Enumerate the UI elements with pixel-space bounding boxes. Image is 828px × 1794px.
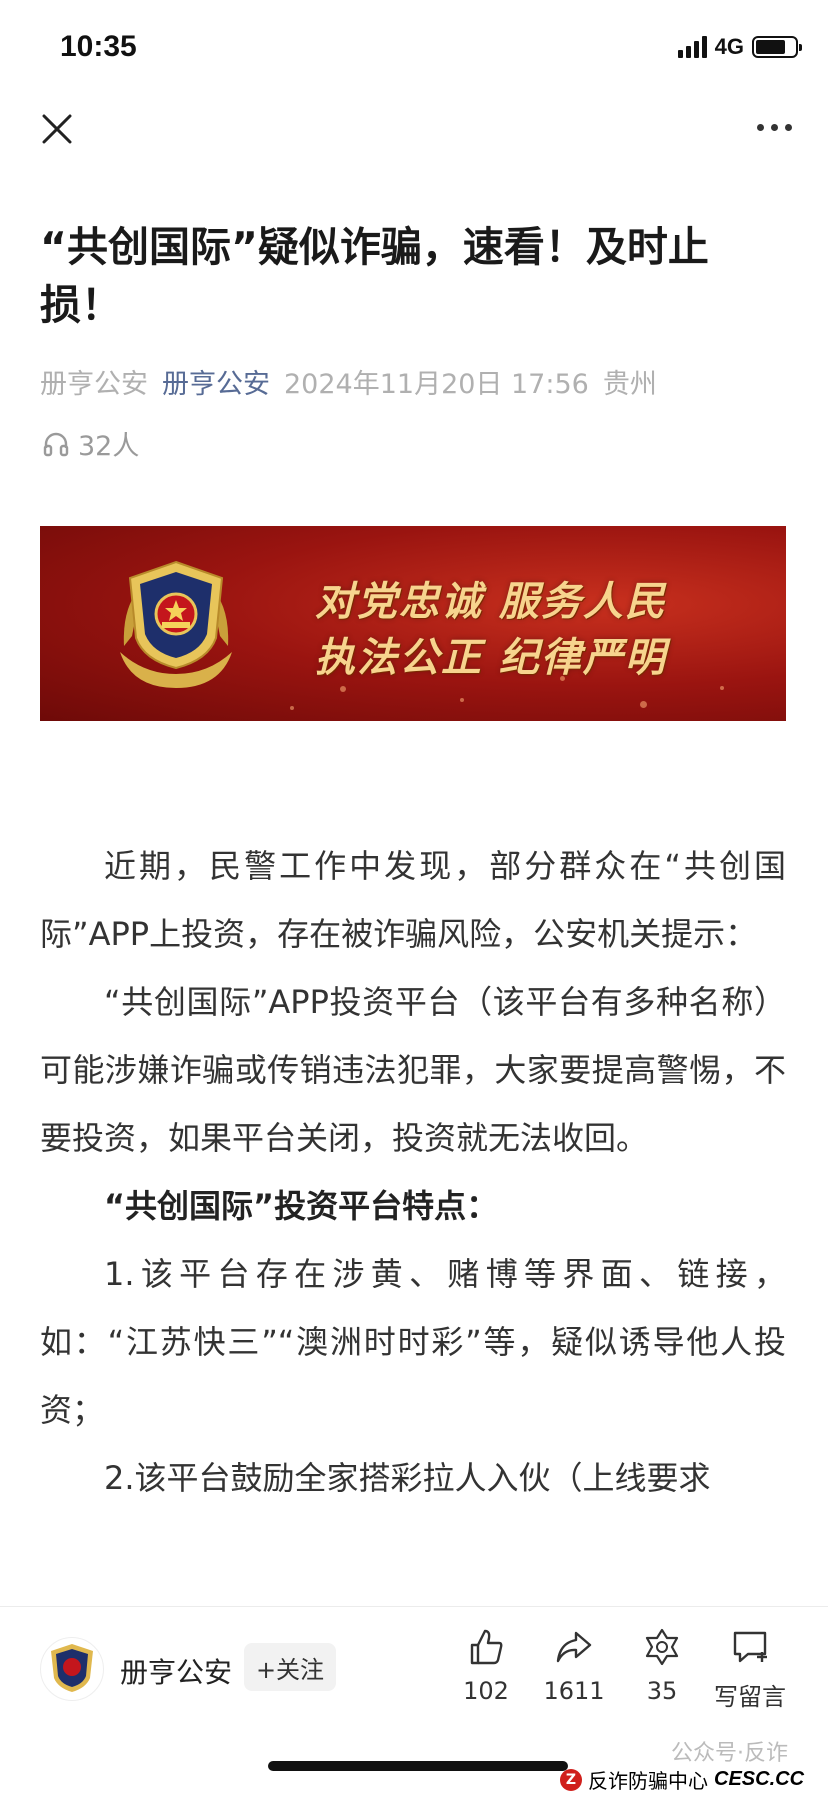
close-icon[interactable] xyxy=(40,112,74,146)
police-banner-image: 对党忠诚 服务人民 执法公正 纪律严明 xyxy=(40,526,786,721)
status-time: 10:35 xyxy=(60,30,137,63)
paragraph-3-heading: “共创国际”投资平台特点： xyxy=(104,1187,499,1225)
home-indicator[interactable] xyxy=(268,1761,568,1771)
publish-date: 2024年11月20日 17:56 xyxy=(284,369,589,400)
banner-slogan-line2: 执法公正 纪律严明 xyxy=(315,635,667,681)
recommend-star-icon xyxy=(645,1628,679,1666)
comment-button[interactable]: 写留言 xyxy=(710,1627,790,1712)
recommend-count: 35 xyxy=(646,1677,678,1705)
more-options-icon[interactable] xyxy=(757,124,792,131)
article-author: 册亨公安 xyxy=(40,369,148,400)
account-avatar[interactable] xyxy=(40,1637,104,1701)
article-title: “共创国际”疑似诈骗，速看！及时止损！ xyxy=(40,223,709,329)
watermark-center-text: 反诈防骗中心 xyxy=(588,1769,708,1793)
recommend-button[interactable]: 35 xyxy=(622,1627,702,1705)
paragraph-5: 2.该平台鼓励全家搭彩拉人入伙（上线要求 xyxy=(104,1459,711,1497)
comment-label: 写留言 xyxy=(714,1683,786,1711)
status-bar: 10:35 4G xyxy=(0,0,828,100)
bottom-action-bar: 册亨公安 +关注 102 1611 35 写留言 公众号·反诈 Z 反诈防骗中心 xyxy=(0,1606,828,1793)
like-count: 102 xyxy=(463,1677,509,1705)
watermark-text: 公众号·反诈 xyxy=(671,1741,788,1766)
signal-icon xyxy=(677,36,707,58)
paragraph-4: 1.该平台存在涉黄、赌博等界面、链接，如：“江苏快三”“澳洲时时彩”等，疑似诱导… xyxy=(40,1255,786,1429)
share-count: 1611 xyxy=(543,1677,605,1705)
watermark-logo-icon: Z xyxy=(560,1768,582,1791)
watermark-site-text: CESC.CC xyxy=(714,1768,805,1790)
paragraph-2: “共创国际”APP投资平台（该平台有多种名称）可能涉嫌诈骗或传销违法犯罪，大家要… xyxy=(40,983,786,1157)
banner-slogan-line1: 对党忠诚 服务人民 xyxy=(315,579,667,625)
publish-location: 贵州 xyxy=(602,369,657,400)
like-button[interactable]: 102 xyxy=(446,1627,526,1705)
banner-slogan: 对党忠诚 服务人民 执法公正 纪律严明 xyxy=(315,574,667,686)
article-body: 近期，民警工作中发现，部分群众在“共创国际”APP上投资，存在被诈骗风险，公安机… xyxy=(40,832,786,1512)
account-link[interactable]: 册亨公安 xyxy=(162,369,270,400)
listen-count-label: 32人 xyxy=(78,431,140,462)
share-arrow-icon xyxy=(556,1631,592,1663)
follow-button[interactable]: +关注 xyxy=(244,1643,336,1691)
police-emblem-icon xyxy=(51,1644,93,1692)
thumbs-up-icon xyxy=(470,1629,503,1665)
headphones-icon xyxy=(43,432,69,456)
status-indicators: 4G xyxy=(677,34,802,60)
account-name[interactable]: 册亨公安 xyxy=(120,1651,232,1691)
battery-icon xyxy=(752,36,802,58)
nav-bar xyxy=(0,100,828,164)
comment-add-icon xyxy=(733,1631,767,1663)
listen-count[interactable]: 32人 xyxy=(42,424,139,463)
paragraph-1: 近期，民警工作中发现，部分群众在“共创国际”APP上投资，存在被诈骗风险，公安机… xyxy=(40,847,786,953)
watermark-badge: Z 反诈防骗中心 CESC.CC xyxy=(560,1765,804,1794)
article-meta: 册亨公安 册亨公安 2024年11月20日 17:56 贵州 xyxy=(40,362,800,401)
police-emblem-icon xyxy=(120,560,232,688)
share-button[interactable]: 1611 xyxy=(534,1627,614,1705)
network-type: 4G xyxy=(714,34,744,59)
